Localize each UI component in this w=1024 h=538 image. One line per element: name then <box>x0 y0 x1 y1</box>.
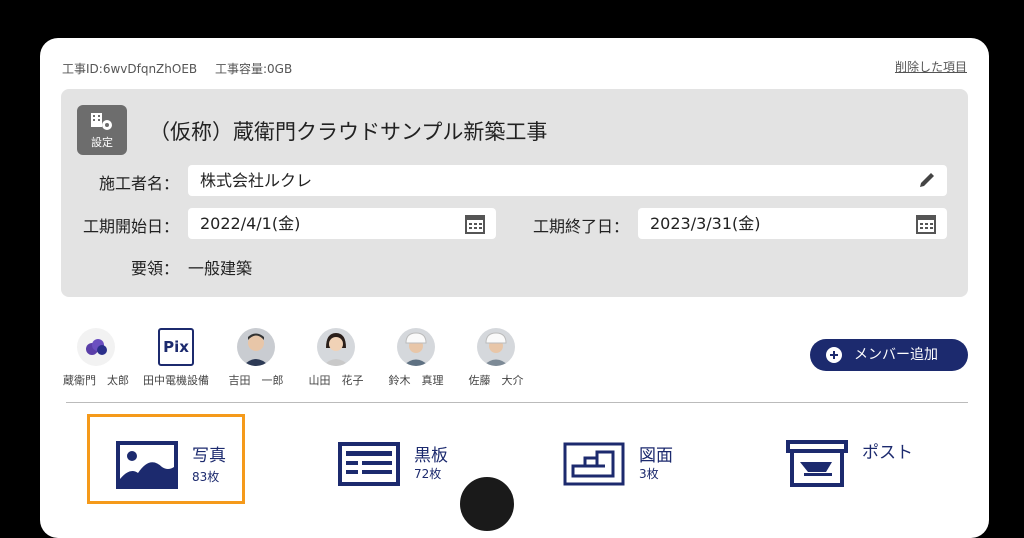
tile-drawings[interactable]: 図面 3枚 <box>537 414 695 504</box>
floating-action-button[interactable] <box>457 474 517 534</box>
pix-logo-text: Pix <box>163 338 189 356</box>
start-date-field[interactable]: 2022/4/1(金) <box>188 208 496 239</box>
guideline-label: 要領： <box>130 259 179 278</box>
contractor-value: 株式会社ルクレ <box>200 171 313 190</box>
helmet-avatar-icon <box>477 328 515 366</box>
member-item[interactable]: 蔵衛門 太郎 <box>56 328 136 388</box>
avatar-icon <box>237 328 275 366</box>
tile-label: 黒板 <box>414 446 448 466</box>
plus-circle-icon <box>826 347 842 363</box>
member-name: 山田 花子 <box>308 374 364 387</box>
pencil-icon[interactable] <box>917 170 937 190</box>
tile-label: 写真 <box>192 446 226 466</box>
calendar-icon[interactable] <box>915 213 937 235</box>
divider <box>66 402 968 403</box>
settings-label: 設定 <box>91 136 113 149</box>
contractor-field[interactable]: 株式会社ルクレ <box>188 165 947 196</box>
deleted-items-link[interactable]: 削除した項目 <box>895 58 967 75</box>
start-date-label: 工期開始日： <box>82 217 179 236</box>
member-name: 鈴木 真理 <box>388 374 444 387</box>
member-item[interactable]: 佐藤 大介 <box>456 328 536 388</box>
project-title: （仮称）蔵衛門クラウドサンプル新築工事 <box>149 120 548 144</box>
tile-photos[interactable]: 写真 83枚 <box>87 414 245 504</box>
member-item[interactable]: 鈴木 真理 <box>376 328 456 388</box>
member-name: 田中電機設備 <box>143 374 209 387</box>
add-member-label: メンバー追加 <box>854 347 938 363</box>
project-id: 工事ID:6wvDfqnZhOEB <box>62 62 198 76</box>
tile-post[interactable]: ポスト <box>762 414 920 504</box>
tile-label: 図面 <box>639 446 673 466</box>
floorplan-icon <box>563 442 625 486</box>
end-date-label: 工期終了日： <box>532 217 629 236</box>
mailbox-icon <box>786 440 848 487</box>
tile-blackboards[interactable]: 黒板 72枚 <box>312 414 470 504</box>
building-gear-icon <box>91 113 112 130</box>
member-item[interactable]: 山田 花子 <box>296 328 376 388</box>
settings-button[interactable]: 設定 <box>77 105 127 155</box>
photo-icon <box>116 441 178 489</box>
tile-count: 83枚 <box>192 470 220 484</box>
member-list: 蔵衛門 太郎 Pix 田中電機設備 吉田 一郎 山田 花子 鈴木 真理 佐藤 大… <box>62 328 562 388</box>
end-date-value: 2023/3/31(金) <box>650 214 761 233</box>
project-capacity: 工事容量:0GB <box>214 62 293 76</box>
helmet-avatar-icon <box>397 328 435 366</box>
project-meta: 工事ID:6wvDfqnZhOEB 工事容量:0GB <box>62 60 306 77</box>
pix-logo-icon: Pix <box>158 328 194 366</box>
avatar-icon <box>317 328 355 366</box>
member-item[interactable]: 吉田 一郎 <box>216 328 296 388</box>
member-name: 佐藤 大介 <box>468 374 524 387</box>
add-member-button[interactable]: メンバー追加 <box>810 339 968 371</box>
project-card: 工事ID:6wvDfqnZhOEB 工事容量:0GB 削除した項目 設定 （仮称… <box>40 38 989 538</box>
end-date-field[interactable]: 2023/3/31(金) <box>638 208 947 239</box>
tile-count: 3枚 <box>639 467 659 481</box>
tile-label: ポスト <box>862 443 913 463</box>
start-date-value: 2022/4/1(金) <box>200 214 301 233</box>
cloud-logo-icon <box>77 328 115 366</box>
project-info-panel: 設定 （仮称）蔵衛門クラウドサンプル新築工事 施工者名： 株式会社ルクレ 工期開… <box>61 89 968 297</box>
member-name: 蔵衛門 太郎 <box>63 374 129 387</box>
guideline-value: 一般建築 <box>188 259 253 278</box>
member-item[interactable]: Pix 田中電機設備 <box>136 328 216 388</box>
member-name: 吉田 一郎 <box>228 374 284 387</box>
blackboard-icon <box>338 442 400 486</box>
contractor-label: 施工者名： <box>98 174 179 193</box>
tile-count: 72枚 <box>414 467 442 481</box>
calendar-icon[interactable] <box>464 213 486 235</box>
